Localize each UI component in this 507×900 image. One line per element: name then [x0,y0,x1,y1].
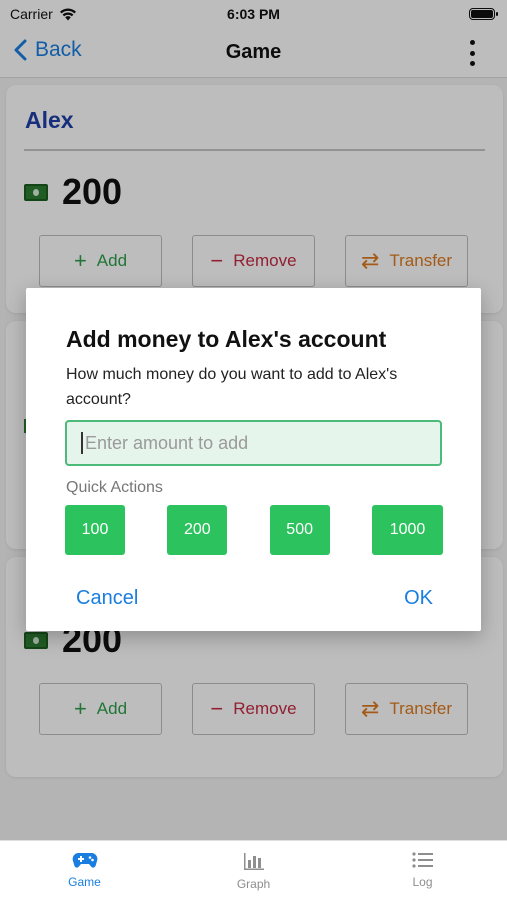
tab-label: Log [412,875,433,889]
quick-actions-label: Quick Actions [66,479,163,496]
bar-chart-icon [243,853,264,870]
list-icon [411,852,433,868]
ok-button[interactable]: OK [404,587,433,610]
quick-amount-button[interactable]: 500 [269,505,330,555]
add-money-dialog: Add money to Alex's account How much mon… [26,288,481,631]
dialog-title: Add money to Alex's account [66,326,387,352]
quick-amount-button[interactable]: 100 [65,505,125,555]
amount-input[interactable] [85,432,425,454]
tab-log[interactable]: Log [338,841,507,900]
dialog-message: How much money do you want to add to Ale… [66,366,398,408]
tab-bar: Game Graph Log [0,840,507,900]
tab-label: Game [68,875,101,889]
tab-graph[interactable]: Graph [169,841,338,900]
cancel-button[interactable]: Cancel [76,587,138,610]
quick-amount-button[interactable]: 1000 [371,505,443,555]
amount-field[interactable] [65,420,442,466]
tab-game[interactable]: Game [0,841,169,900]
gamepad-icon [72,853,97,868]
text-cursor [81,432,83,454]
tab-label: Graph [236,877,271,891]
quick-amount-button[interactable]: 200 [167,505,228,555]
quick-actions-row: 100 200 500 1000 [65,505,443,555]
